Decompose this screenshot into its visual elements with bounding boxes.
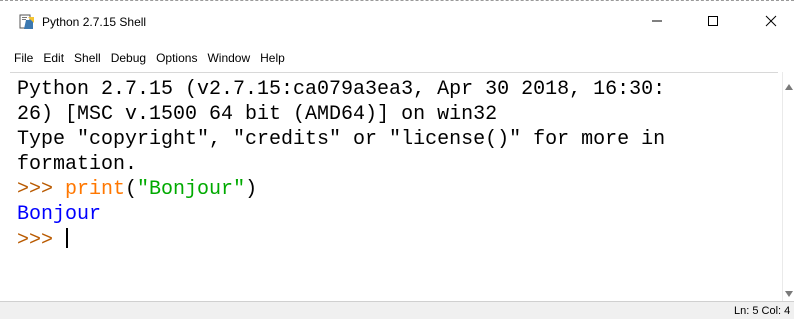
menu-debug[interactable]: Debug [111,50,146,66]
menu-file[interactable]: File [14,50,33,66]
menu-edit[interactable]: Edit [43,50,64,66]
banner-line: 26) [MSC v.1500 64 bit (AMD64)] on win32 [17,103,498,126]
close-icon [765,15,777,27]
active-prompt-line[interactable]: >>> [17,228,69,253]
shell-output: Bonjour [17,203,102,226]
maximize-icon [708,16,718,26]
minimize-icon [652,20,662,22]
menu-options[interactable]: Options [156,50,197,66]
banner-line: Type "copyright", "credits" or "license(… [17,128,666,151]
menu-help[interactable]: Help [260,50,285,66]
code-paren-open: ( [125,178,138,201]
maximize-button[interactable] [690,1,736,41]
shell-text-area[interactable]: Python 2.7.15 (v2.7.15:ca079a3ea3, Apr 3… [10,72,778,301]
minimize-button[interactable] [634,1,680,41]
scroll-down-arrow-icon[interactable] [785,291,793,297]
scroll-up-arrow-icon[interactable] [785,84,793,90]
menu-shell[interactable]: Shell [74,50,101,66]
status-bar: Ln: 5 Col: 4 [0,301,794,319]
python-idle-icon [19,14,35,30]
command-line: >>> print("Bonjour") [17,178,257,202]
banner-line: formation. [17,153,138,176]
menu-bar: File Edit Shell Debug Options Window Hel… [0,47,794,69]
shell-prompt: >>> [17,178,66,201]
cursor-position: Ln: 5 Col: 4 [734,305,791,317]
code-string: "Bonjour" [137,178,246,201]
text-cursor [66,228,69,248]
close-button[interactable] [748,1,794,41]
code-keyword: print [65,178,126,201]
vertical-scrollbar[interactable] [782,72,794,301]
code-paren-close: ) [245,178,258,201]
banner-line: Python 2.7.15 (v2.7.15:ca079a3ea3, Apr 3… [17,78,666,101]
menu-window[interactable]: Window [207,50,250,66]
title-bar[interactable]: Python 2.7.15 Shell [0,1,794,41]
idle-shell-window: Python 2.7.15 Shell File Edit Shell Debu… [0,0,794,319]
window-title: Python 2.7.15 Shell [42,15,147,29]
shell-prompt: >>> [17,229,66,252]
